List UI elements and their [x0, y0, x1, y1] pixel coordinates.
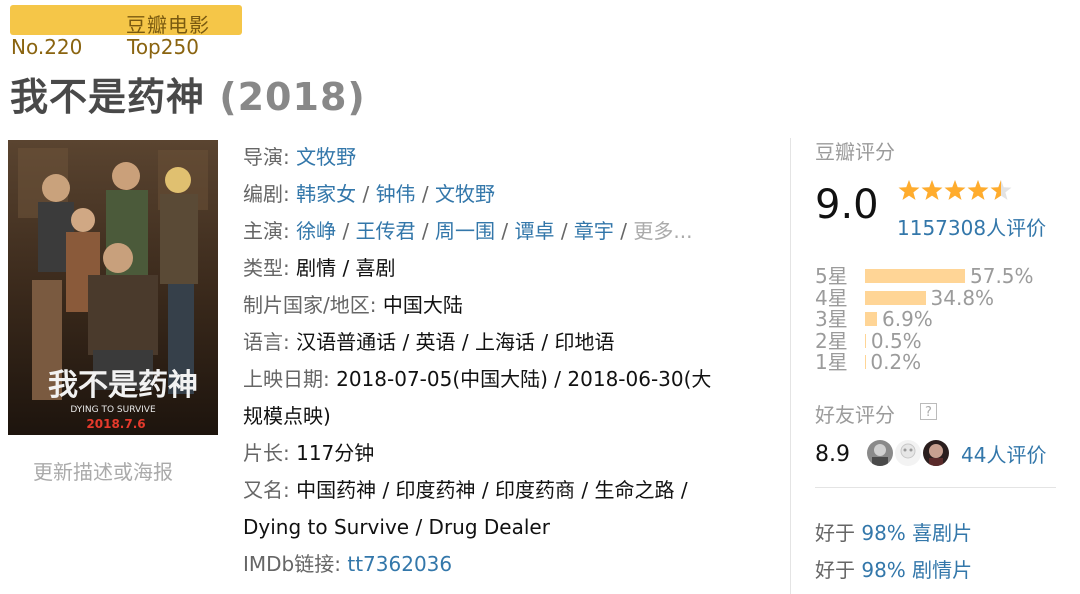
friends-rating-title: 好友评分 [815, 403, 895, 427]
friends-votes-link[interactable]: 44人评价 [961, 439, 1046, 468]
avatar[interactable] [923, 440, 949, 466]
rating-bar-label: 1星 [815, 350, 848, 374]
cast-link[interactable]: 周一围 [435, 219, 495, 243]
director-row: 导演: 文牧野 [243, 145, 357, 169]
aka-row-continued: Dying to Survive / Drug Dealer [243, 509, 773, 546]
star-rating-icon [898, 180, 1012, 200]
release-row: 上映日期: 2018-07-05(中国大陆) / 2018-06-30(大 [243, 361, 773, 398]
language-value: 汉语普通话 / 英语 / 上海话 / 印地语 [296, 330, 615, 354]
poster-title-en: DYING TO SURVIVE [70, 405, 156, 415]
star-filled-icon [921, 180, 943, 200]
writer-row: 编剧: 韩家女 / 钟伟 / 文牧野 [243, 182, 496, 206]
aka-label: 又名: [243, 478, 290, 502]
better-than-row: 好于 98% 剧情片 [815, 558, 973, 582]
rating-title: 豆瓣评分 [815, 140, 895, 164]
rating-panel: 豆瓣评分 9.0 1157308人评价 5星 57.5% 4星 34.8% 3星 6.9%… [815, 136, 1065, 582]
aka-row: 又名: 中国药神 / 印度药神 / 印度药商 / 生命之路 / [243, 472, 773, 509]
rating-bar-label: 4星 [815, 285, 848, 310]
rating-bar-row: 1星 0.2% [815, 352, 1065, 374]
language-label: 语言: [243, 330, 290, 354]
rating-bar-percent: 0.5% [870, 328, 922, 353]
badge-label: 豆瓣电影 [126, 13, 210, 37]
genre-row: 类型: 剧情 / 喜剧 [243, 250, 773, 287]
cast-row: 主演: 徐峥 / 王传君 / 周一围 / 谭卓 / 章宇 / 更多... [243, 219, 693, 243]
divider [790, 138, 791, 594]
genre-label: 类型: [243, 256, 290, 280]
cast-link[interactable]: 徐峥 [296, 219, 336, 243]
writer-link[interactable]: 钟伟 [376, 182, 416, 206]
runtime-value: 117分钟 [296, 441, 375, 465]
rank-number[interactable]: No.220 [11, 35, 82, 59]
writer-link[interactable]: 韩家女 [296, 182, 356, 206]
runtime-label: 片长: [243, 441, 290, 465]
better-than-genre[interactable]: 剧情片 [912, 558, 972, 582]
better-than-row: 好于 98% 喜剧片 [815, 521, 973, 545]
imdb-row: IMDb链接: tt7362036 [243, 546, 773, 583]
avatar[interactable] [867, 440, 893, 466]
rating-votes-link[interactable]: 1157308人评价 [897, 212, 1046, 241]
star-filled-icon [944, 180, 966, 200]
release-label: 上映日期: [243, 367, 330, 391]
rating-bar [865, 269, 965, 283]
rating-bar-row: 2星 0.5% [815, 328, 1065, 353]
friends-score: 8.9 [815, 442, 850, 467]
release-value-continued: 规模点映) [243, 404, 331, 428]
language-row: 语言: 汉语普通话 / 英语 / 上海话 / 印地语 [243, 324, 773, 361]
rating-bar-percent: 34.8% [930, 285, 995, 310]
rating-bar [865, 333, 866, 348]
rank-list-link[interactable]: Top250 [127, 35, 199, 59]
movie-poster[interactable]: 我不是药神 DYING TO SURVIVE 2018.7.6 [8, 140, 218, 435]
star-filled-icon [967, 180, 989, 200]
better-than-percent[interactable]: 98% [861, 521, 905, 545]
divider [815, 487, 1056, 488]
cast-more-link[interactable]: 更多... [633, 219, 692, 243]
writer-label: 编剧 [243, 182, 283, 206]
imdb-label: IMDb链接: [243, 552, 341, 576]
better-than-genre[interactable]: 喜剧片 [912, 521, 972, 545]
release-row-continued: 规模点映) [243, 398, 773, 435]
aka-value: 中国药神 / 印度药神 / 印度药商 / 生命之路 / [296, 478, 688, 502]
imdb-link[interactable]: tt7362036 [347, 552, 452, 576]
update-description-link[interactable]: 更新描述或海报 [33, 456, 173, 485]
movie-year: (2018) [219, 75, 366, 119]
rating-bar [865, 290, 926, 305]
rating-bar-label: 2星 [815, 328, 848, 353]
aka-value-continued: Dying to Survive / Drug Dealer [243, 515, 550, 539]
director-label: 导演 [243, 145, 283, 169]
rating-bar [865, 312, 877, 326]
rating-bar-percent: 0.2% [870, 350, 922, 374]
rating-bar-row: 4星 34.8% [815, 285, 1065, 310]
avatar[interactable] [895, 440, 921, 466]
star-filled-icon [898, 180, 920, 200]
douban-movie-badge[interactable]: 豆瓣电影 [10, 5, 242, 37]
rating-bar-percent: 6.9% [882, 307, 933, 331]
rating-distribution: 5星 57.5% 4星 34.8% 3星 6.9% 2星 0.5% 1星 0.2% [815, 266, 1065, 374]
movie-title: 我不是药神 [10, 75, 206, 119]
page-title: 我不是药神 (2018) [10, 66, 366, 121]
runtime-row: 片长: 117分钟 [243, 435, 773, 472]
cast-link[interactable]: 章宇 [574, 219, 614, 243]
release-value: 2018-07-05(中国大陆) / 2018-06-30(大 [336, 367, 712, 391]
rating-bar-row: 5星 57.5% [815, 266, 1065, 288]
cast-label: 主演 [243, 219, 283, 243]
rating-bar-row: 3星 6.9% [815, 309, 1065, 331]
question-icon[interactable]: ? [920, 403, 937, 420]
country-value: 中国大陆 [382, 293, 463, 317]
movie-info: 导演: 文牧野 编剧: 韩家女 / 钟伟 / 文牧野 主演: 徐峥 / 王传君 … [243, 139, 773, 583]
poster-title-cn: 我不是药神 [48, 368, 198, 403]
rating-bar-label: 5星 [815, 264, 848, 288]
genre-value: 剧情 / 喜剧 [296, 256, 396, 280]
country-label: 制片国家/地区: [243, 293, 377, 317]
cast-link[interactable]: 谭卓 [514, 219, 554, 243]
director-link[interactable]: 文牧野 [296, 145, 356, 169]
rating-score: 9.0 [815, 182, 879, 228]
rating-bar-percent: 57.5% [970, 264, 1034, 288]
cast-link[interactable]: 王传君 [356, 219, 416, 243]
poster-date: 2018.7.6 [86, 417, 145, 431]
better-than-percent[interactable]: 98% [861, 558, 905, 582]
country-row: 制片国家/地区: 中国大陆 [243, 287, 773, 324]
writer-link[interactable]: 文牧野 [435, 182, 495, 206]
rating-bar-label: 3星 [815, 307, 848, 331]
poster-image: 我不是药神 DYING TO SURVIVE 2018.7.6 [8, 140, 218, 435]
